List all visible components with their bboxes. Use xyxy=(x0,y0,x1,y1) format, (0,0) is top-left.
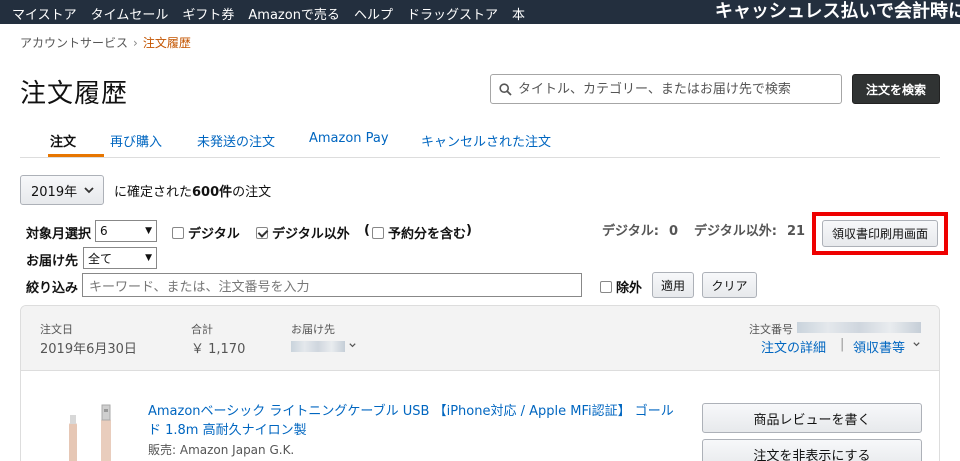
apply-button[interactable]: 適用 xyxy=(652,272,694,298)
tab-amazon-pay[interactable]: Amazon Pay xyxy=(309,131,389,146)
nav-link-gift-card[interactable]: ギフト券 xyxy=(182,4,234,23)
nav-link-drugstore[interactable]: ドラッグストア xyxy=(407,4,498,23)
nav-link-time-sale[interactable]: タイムセール xyxy=(91,4,169,23)
checkbox-unchecked-icon xyxy=(172,226,184,239)
hide-order-button[interactable]: 注文を非表示にする xyxy=(702,439,922,461)
paren-close: ) xyxy=(466,223,472,238)
nav-link-books[interactable]: 本 xyxy=(512,4,525,23)
digital-count-label: デジタル: xyxy=(602,224,659,239)
tab-cancelled[interactable]: キャンセルされた注文 xyxy=(421,131,551,150)
chevron-down-icon xyxy=(349,343,356,348)
nav-link-help[interactable]: ヘルプ xyxy=(354,4,393,23)
order-total-label: 合計 xyxy=(191,323,213,336)
non-digital-count-label: デジタル以外: xyxy=(694,224,777,239)
chevron-down-icon xyxy=(84,187,94,194)
receipt-print-button[interactable]: 領収書印刷用画面 xyxy=(822,220,938,247)
order-date-value: 2019年6月30日 xyxy=(40,342,137,357)
digital-checkbox[interactable]: デジタル xyxy=(172,223,240,242)
delivery-select-value: 全て xyxy=(88,251,113,266)
tab-not-shipped[interactable]: 未発送の注文 xyxy=(197,131,275,150)
checkbox-unchecked-icon xyxy=(372,226,384,239)
search-icon xyxy=(499,82,512,96)
year-dropdown-value: 2019年 xyxy=(31,184,78,200)
order-total-value: ￥ 1,170 xyxy=(191,342,246,357)
search-orders-button[interactable]: 注文を検索 xyxy=(852,74,940,104)
non-digital-checkbox-label: デジタル以外 xyxy=(272,227,350,242)
breadcrumb-account-service[interactable]: アカウントサービス xyxy=(20,36,128,50)
product-seller: 販売: Amazon Japan G.K. xyxy=(148,443,295,457)
order-number-redacted xyxy=(797,322,921,333)
promo-banner[interactable]: キャッシュレス払いで会計時に xyxy=(715,0,960,23)
breadcrumb: アカウントサービス › 注文履歴 xyxy=(20,34,191,51)
delivery-select-label: お届け先 xyxy=(26,254,79,269)
nav-link-my-store[interactable]: マイストア xyxy=(12,4,77,23)
write-review-button[interactable]: 商品レビューを書く xyxy=(702,403,922,433)
link-separator: | xyxy=(840,337,845,352)
dropdown-arrow-icon: ▼ xyxy=(145,253,152,263)
chevron-down-icon xyxy=(913,342,920,347)
active-tab-indicator xyxy=(48,154,104,157)
checkbox-unchecked-icon xyxy=(600,280,612,293)
digital-count-value: 0 xyxy=(668,224,678,239)
top-nav-links: マイストア タイムセール ギフト券 Amazonで売る ヘルプ ドラッグストア … xyxy=(12,4,525,23)
order-card: 注文日 2019年6月30日 合計 ￥ 1,170 お届け先 注文番号 注文の詳… xyxy=(20,305,940,461)
order-count-prefix: に確定された xyxy=(114,185,193,200)
order-header: 注文日 2019年6月30日 合計 ￥ 1,170 お届け先 注文番号 注文の詳… xyxy=(21,306,939,371)
breadcrumb-separator: › xyxy=(133,36,138,50)
top-nav-bar: マイストア タイムセール ギフト券 Amazonで売る ヘルプ ドラッグストア … xyxy=(0,0,960,24)
order-search-input[interactable] xyxy=(518,81,828,97)
tab-buy-again[interactable]: 再び購入 xyxy=(110,131,162,150)
narrow-label: 絞り込み xyxy=(26,281,79,296)
ship-to-label: お届け先 xyxy=(291,323,335,336)
year-dropdown[interactable]: 2019年 xyxy=(20,175,104,205)
nav-link-sell[interactable]: Amazonで売る xyxy=(248,4,340,23)
order-number-label: 注文番号 xyxy=(749,323,793,336)
highlight-box: 領収書印刷用画面 xyxy=(812,212,948,255)
dropdown-arrow-icon: ▼ xyxy=(145,226,152,236)
checkbox-checked-icon xyxy=(256,226,268,239)
ship-to-redacted[interactable] xyxy=(291,341,345,352)
paren-open: ( xyxy=(364,223,370,238)
tab-orders[interactable]: 注文 xyxy=(50,131,76,150)
breadcrumb-current: 注文履歴 xyxy=(142,36,191,50)
digital-checkbox-label: デジタル xyxy=(188,227,240,242)
non-digital-count-value: 21 xyxy=(786,224,806,239)
page-title: 注文履歴 xyxy=(20,79,129,109)
order-details-link[interactable]: 注文の詳細 xyxy=(761,337,826,356)
receipts-link[interactable]: 領収書等 xyxy=(853,337,905,356)
preorder-checkbox-label: 予約分を含む xyxy=(388,227,467,242)
exclude-checkbox[interactable]: 除外 xyxy=(600,277,642,296)
exclude-checkbox-label: 除外 xyxy=(616,281,643,296)
non-digital-checkbox[interactable]: デジタル以外 xyxy=(256,223,350,242)
order-count-text: に確定された600件の注文 xyxy=(114,181,271,200)
order-count-value: 600件 xyxy=(192,185,233,200)
order-tabs: 注文 再び購入 未発送の注文 Amazon Pay キャンセルされた注文 xyxy=(20,128,940,158)
month-select[interactable]: 6 ▼ xyxy=(95,220,157,242)
keyword-input[interactable]: キーワード、または、注文番号を入力 xyxy=(82,273,582,297)
product-title-link[interactable]: Amazonベーシック ライトニングケーブル USB 【iPhone対応 / A… xyxy=(148,402,678,440)
order-search-box[interactable] xyxy=(490,74,842,104)
clear-button[interactable]: クリア xyxy=(702,272,757,298)
month-select-value: 6 xyxy=(100,224,108,238)
month-select-label: 対象月選択 xyxy=(26,227,92,242)
order-count-suffix: の注文 xyxy=(232,185,272,200)
preorder-checkbox[interactable]: 予約分を含む xyxy=(372,223,466,242)
product-thumbnail[interactable] xyxy=(61,401,151,461)
order-date-label: 注文日 xyxy=(40,323,73,336)
digital-counts: デジタル: 0 デジタル以外: 21 xyxy=(602,220,821,239)
delivery-select[interactable]: 全て ▼ xyxy=(83,247,157,269)
